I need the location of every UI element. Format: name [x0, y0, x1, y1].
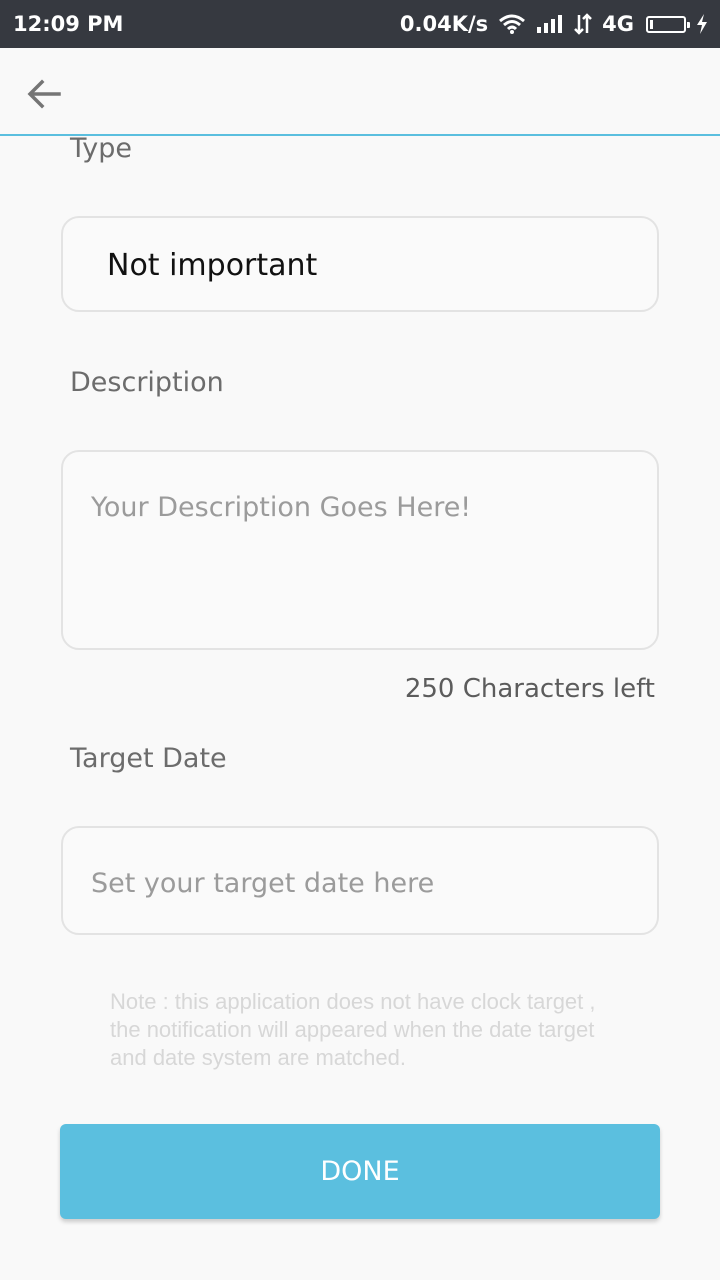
- arrow-left-icon: [27, 79, 61, 109]
- battery-icon: [646, 15, 690, 33]
- signal-icon: [536, 14, 564, 34]
- description-label: Description: [70, 367, 224, 398]
- status-bar: 12:09 PM 0.04K/s 4G: [0, 0, 720, 48]
- wifi-icon: [498, 14, 526, 34]
- data-transfer-icon: [574, 13, 593, 35]
- status-icons: 0.04K/s 4G: [400, 12, 708, 36]
- type-label: Type: [70, 133, 133, 164]
- network-type: 4G: [602, 12, 634, 36]
- description-input[interactable]: Your Description Goes Here!: [61, 450, 659, 650]
- done-button[interactable]: DONE: [60, 1124, 660, 1219]
- charging-icon: [696, 14, 708, 34]
- back-button[interactable]: [20, 70, 68, 118]
- note-text: Note : this application does not have cl…: [110, 989, 596, 1070]
- target-date-input[interactable]: Set your target date here: [61, 826, 659, 935]
- type-field[interactable]: Not important: [61, 216, 659, 312]
- type-value: Not important: [107, 248, 318, 283]
- characters-left-counter: 250 Characters left: [404, 674, 655, 704]
- app-bar: [0, 48, 720, 136]
- network-speed: 0.04K/s: [399, 12, 489, 36]
- description-placeholder: Your Description Goes Here!: [91, 492, 472, 523]
- target-date-placeholder: Set your target date here: [91, 868, 435, 899]
- status-time: 12:09 PM: [13, 12, 124, 36]
- target-date-label: Target Date: [70, 743, 227, 774]
